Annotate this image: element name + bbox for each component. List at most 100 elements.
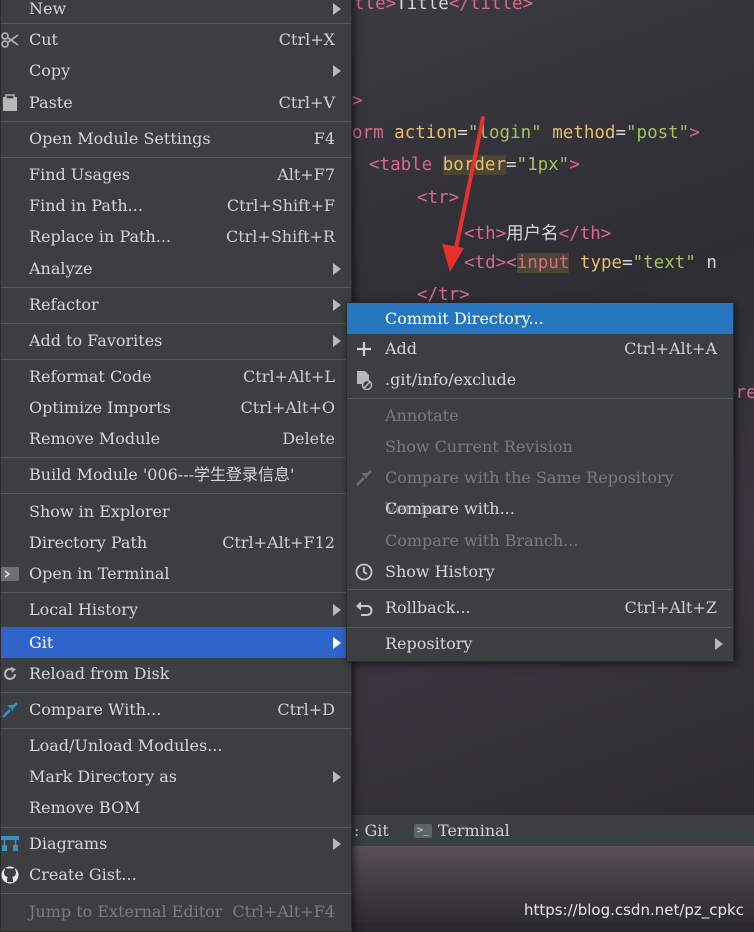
git-menu-item-annotate[interactable]: Annotate	[347, 400, 733, 431]
git-menu-item-compare-same-repo[interactable]: Compare with the Same Repository Version	[347, 462, 733, 518]
menu-item-analyze[interactable]: Analyze	[1, 253, 351, 284]
code-token: "post"	[626, 123, 690, 143]
menu-separator	[1, 457, 351, 458]
shortcut-label: Ctrl+Alt+L	[243, 367, 335, 386]
menu-item-remove-bom[interactable]: Remove BOM	[1, 792, 351, 823]
menu-item-label: .git/info/exclude	[385, 370, 517, 389]
menu-item-label: Open Module Settings	[29, 129, 211, 148]
menu-item-add-to-favorites[interactable]: Add to Favorites	[1, 325, 351, 356]
menu-item-label: Rollback...	[385, 598, 471, 617]
terminal-tab[interactable]: >_ Terminal	[414, 821, 510, 840]
submenu-arrow-icon	[333, 637, 341, 649]
git-menu-item-compare-with[interactable]: Compare with...	[347, 493, 733, 524]
git-menu-item-show-history[interactable]: Show History	[347, 556, 733, 587]
menu-item-label: Refactor	[29, 295, 99, 314]
git-menu-item-compare-with-branch[interactable]: Compare with Branch...	[347, 525, 733, 556]
compare-arrows-icon	[355, 469, 373, 487]
menu-item-label: Analyze	[29, 259, 93, 278]
menu-item-create-gist[interactable]: Create Gist...	[1, 859, 351, 890]
menu-item-label: Git	[29, 633, 54, 652]
code-token: type	[569, 253, 623, 273]
code-line-2: >	[352, 91, 363, 111]
menu-item-label: Show History	[385, 562, 495, 581]
menu-separator	[1, 359, 351, 360]
menu-item-label: Diagrams	[29, 834, 108, 853]
code-line-6: <th>用户名</th>	[464, 220, 611, 245]
menu-separator	[1, 157, 351, 158]
menu-item-directory-path[interactable]: Directory Path Ctrl+Alt+F12	[1, 527, 351, 558]
git-menu-item-show-current-revision[interactable]: Show Current Revision	[347, 431, 733, 462]
git-menu-item-rollback[interactable]: Rollback... Ctrl+Alt+Z	[347, 592, 733, 623]
terminal-icon	[1, 565, 19, 583]
menu-item-reload-from-disk[interactable]: Reload from Disk	[1, 658, 351, 689]
menu-item-load-unload-modules[interactable]: Load/Unload Modules...	[1, 730, 351, 761]
menu-item-label: Replace in Path...	[29, 227, 172, 246]
code-token: n	[695, 253, 717, 273]
menu-item-label: Annotate	[385, 406, 459, 425]
menu-separator	[1, 893, 351, 894]
menu-item-label: Find Usages	[29, 165, 131, 184]
menu-separator	[1, 287, 351, 288]
menu-item-optimize-imports[interactable]: Optimize Imports Ctrl+Alt+O	[1, 392, 351, 423]
menu-item-open-module-settings[interactable]: Open Module Settings F4	[1, 123, 351, 154]
context-menu: New Cut Ctrl+X Copy Paste Ctrl+V Open Mo…	[0, 0, 352, 932]
menu-item-open-in-terminal[interactable]: Open in Terminal	[1, 558, 351, 589]
menu-item-diagrams[interactable]: Diagrams	[1, 828, 351, 859]
menu-item-compare-with[interactable]: Compare With... Ctrl+D	[1, 694, 351, 725]
menu-item-reformat-code[interactable]: Reformat Code Ctrl+Alt+L	[1, 361, 351, 392]
shortcut-label: Ctrl+D	[277, 700, 335, 719]
menu-separator	[1, 692, 351, 693]
menu-separator	[1, 728, 351, 729]
code-token: orm	[352, 123, 395, 143]
code-token: input	[516, 253, 570, 273]
background-area: https://blog.csdn.net/pz_cpkc	[340, 846, 754, 923]
menu-item-show-in-explorer[interactable]: Show in Explorer	[1, 496, 351, 527]
git-menu-item-add[interactable]: Add Ctrl+Alt+A	[347, 333, 733, 364]
git-menu-item-exclude[interactable]: .git/info/exclude	[347, 364, 733, 395]
menu-item-label: Remove Module	[29, 429, 161, 448]
git-menu-item-commit-directory[interactable]: Commit Directory...	[347, 303, 733, 334]
diagram-icon	[1, 835, 19, 853]
menu-item-jump-to-external-editor[interactable]: Jump to External Editor Ctrl+Alt+F4	[1, 896, 351, 927]
code-token: =	[505, 155, 517, 175]
menu-item-label: Remove BOM	[29, 798, 141, 817]
code-token: >	[352, 91, 363, 111]
menu-item-label: Cut	[29, 30, 58, 49]
code-token: </title>	[448, 0, 534, 14]
menu-item-local-history[interactable]: Local History	[1, 594, 351, 625]
menu-separator	[347, 589, 733, 590]
menu-item-remove-module[interactable]: Remove Module Delete	[1, 423, 351, 454]
code-token: >	[689, 123, 700, 143]
menu-item-label: Paste	[29, 93, 73, 112]
menu-item-label: Directory Path	[29, 533, 148, 552]
code-line-7: <td><input type="text" n	[464, 253, 717, 273]
shortcut-label: Ctrl+Shift+F	[226, 196, 335, 215]
menu-item-label: Compare With...	[29, 700, 162, 719]
menu-item-new[interactable]: New	[1, 0, 351, 24]
menu-item-mark-directory-as[interactable]: Mark Directory as	[1, 761, 351, 792]
menu-item-replace-in-path[interactable]: Replace in Path... Ctrl+Shift+R	[1, 221, 351, 252]
clipboard-icon	[1, 94, 19, 112]
menu-item-copy[interactable]: Copy	[1, 55, 351, 86]
git-menu-item-repository[interactable]: Repository	[347, 628, 733, 659]
shortcut-label: Ctrl+X	[278, 30, 335, 49]
plus-icon	[355, 340, 373, 358]
code-token: border	[442, 155, 506, 175]
menu-item-label: Show in Explorer	[29, 502, 170, 521]
menu-item-paste[interactable]: Paste Ctrl+V	[1, 87, 351, 118]
menu-item-refactor[interactable]: Refactor	[1, 289, 351, 320]
menu-item-git[interactable]: Git	[1, 627, 351, 658]
menu-item-cut[interactable]: Cut Ctrl+X	[1, 24, 351, 55]
menu-item-build-module[interactable]: Build Module '006---学生登录信息'	[1, 459, 351, 490]
git-tab[interactable]: : Git	[354, 821, 389, 840]
menu-item-find-usages[interactable]: Find Usages Alt+F7	[1, 159, 351, 190]
menu-separator	[1, 323, 351, 324]
menu-item-label: Add	[385, 339, 418, 358]
menu-item-label: Reformat Code	[29, 367, 152, 386]
code-token: <th>	[464, 224, 507, 244]
menu-item-find-in-path[interactable]: Find in Path... Ctrl+Shift+F	[1, 190, 351, 221]
shortcut-label: Delete	[282, 429, 335, 448]
menu-separator	[1, 493, 351, 494]
code-token: >	[569, 155, 580, 175]
shortcut-label: Ctrl+Alt+Z	[624, 598, 717, 617]
